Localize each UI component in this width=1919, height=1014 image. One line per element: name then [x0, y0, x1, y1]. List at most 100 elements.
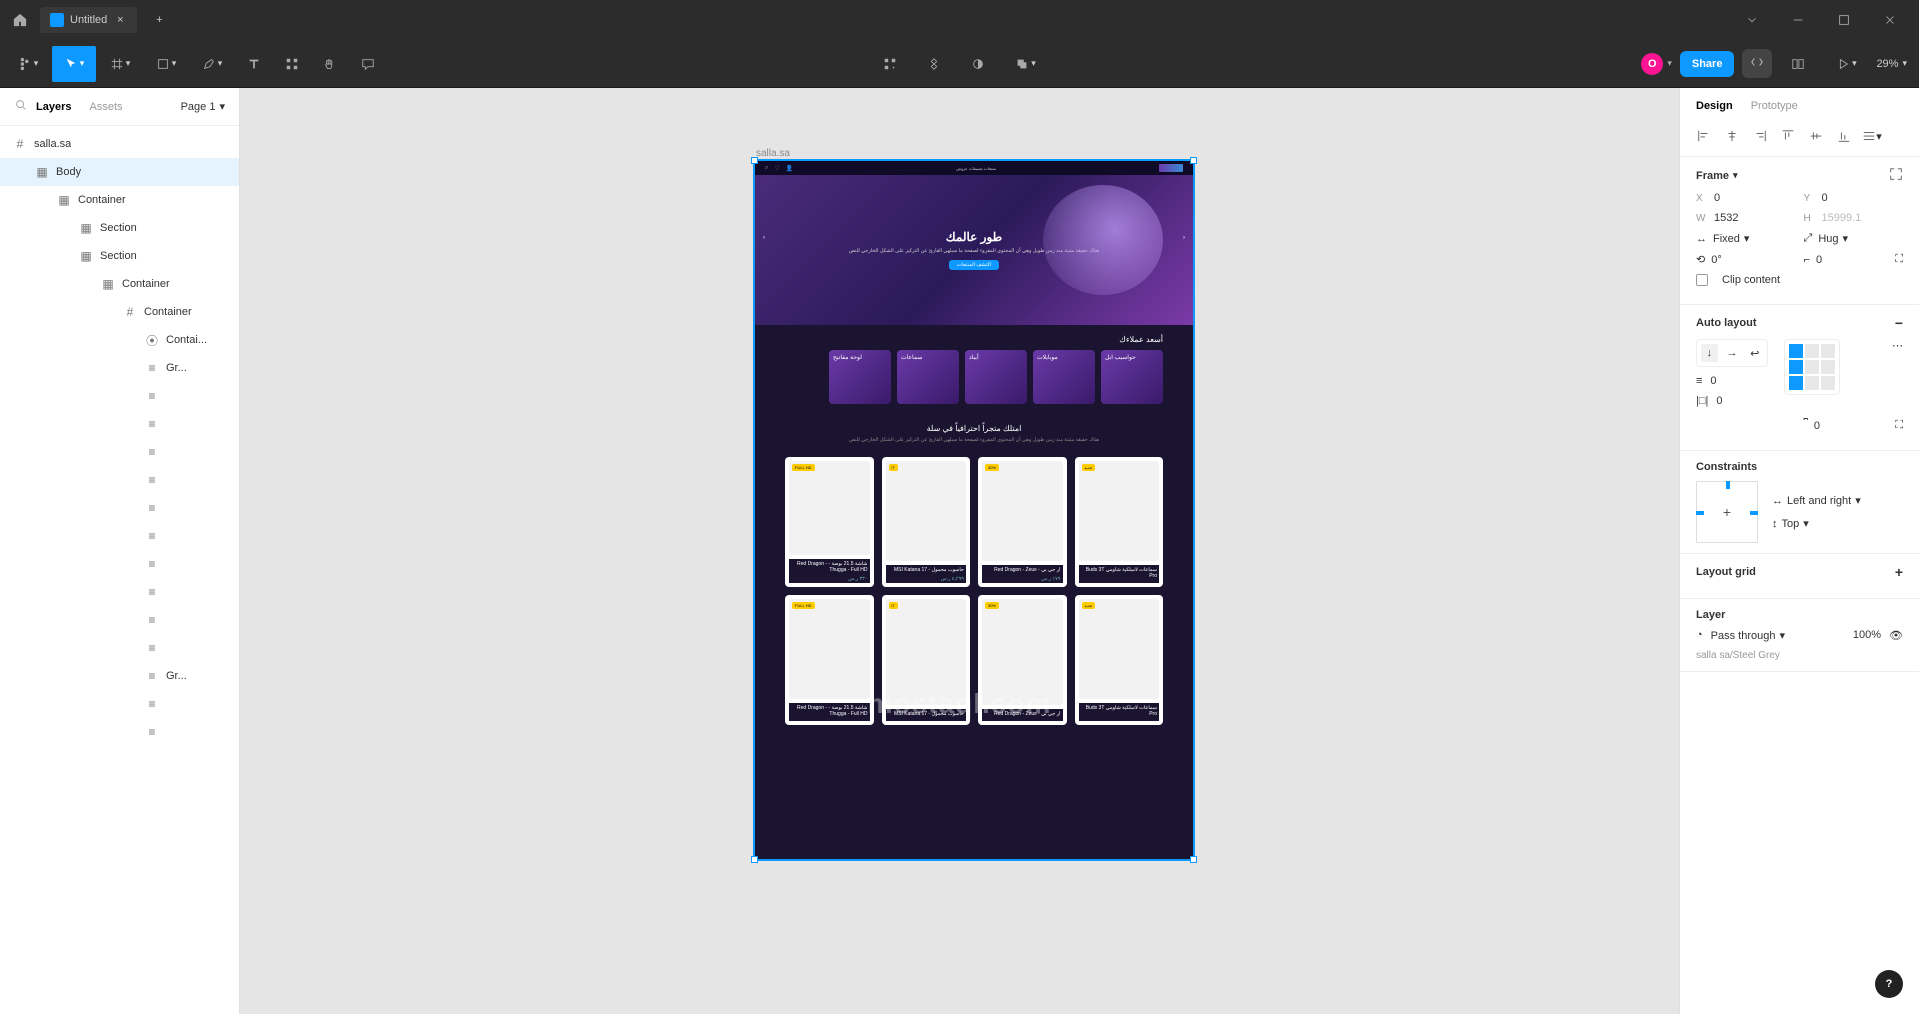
gap-input[interactable]: 0 [1710, 375, 1716, 387]
resize-handle-tr[interactable] [1190, 157, 1197, 164]
layer-row[interactable]: ▦Container [0, 186, 239, 214]
layer-row[interactable]: ▦Container [0, 270, 239, 298]
layer-row[interactable]: ≡ [0, 578, 239, 606]
align-left-icon[interactable] [1692, 126, 1716, 146]
layer-row[interactable]: ≡ [0, 382, 239, 410]
layer-row[interactable]: ≡ [0, 494, 239, 522]
add-tab-icon[interactable]: + [147, 8, 171, 32]
layer-row[interactable]: ≡ [0, 410, 239, 438]
resize-handle-br[interactable] [1190, 856, 1197, 863]
align-vcenter-icon[interactable] [1804, 126, 1828, 146]
clip-checkbox[interactable] [1696, 274, 1708, 286]
dev-mode-icon[interactable] [1742, 49, 1772, 78]
radius-input[interactable]: 0 [1816, 254, 1822, 266]
resources-icon[interactable] [274, 46, 310, 82]
layer-row[interactable]: ≡Gr... [0, 354, 239, 382]
layer-row[interactable]: ⦿Contai... [0, 326, 239, 354]
align-bottom-icon[interactable] [1832, 126, 1856, 146]
layer-row[interactable]: ≡ [0, 606, 239, 634]
pad-h-input[interactable]: 0 [1716, 395, 1722, 407]
present-icon[interactable]: ▾ [1824, 46, 1868, 82]
blend-mode-select[interactable]: Pass through ▾ [1711, 629, 1785, 642]
resize-handle-tl[interactable] [751, 157, 758, 164]
direction-horizontal-icon[interactable]: → [1724, 344, 1741, 362]
selected-frame[interactable]: ⌕♡👤 منتجات تصنيفات عروض طور عالمك هناك ح… [754, 160, 1194, 860]
assets-tab[interactable]: Assets [89, 101, 122, 113]
y-input[interactable]: 0 [1822, 192, 1828, 204]
constraint-h-select[interactable]: ↔ Left and right ▾ [1772, 494, 1861, 507]
resize-handle-bl[interactable] [751, 856, 758, 863]
alignment-grid[interactable] [1784, 339, 1840, 395]
home-icon[interactable] [8, 8, 32, 32]
pen-tool-icon[interactable]: ▾ [190, 46, 234, 82]
library-icon[interactable] [1780, 46, 1816, 82]
layer-row[interactable]: #salla.sa [0, 130, 239, 158]
components-icon[interactable] [872, 46, 908, 82]
avatar-container[interactable]: O ▾ [1641, 53, 1672, 75]
layer-row[interactable]: ≡ [0, 438, 239, 466]
layer-row[interactable]: ▦Section [0, 242, 239, 270]
individual-corners-icon[interactable]: ⛶ [1895, 253, 1903, 266]
opacity-input[interactable]: 100% [1853, 629, 1881, 642]
width-mode[interactable]: Fixed ▾ [1713, 232, 1749, 245]
direction-vertical-icon[interactable]: ↓ [1701, 344, 1718, 362]
text-tool-icon[interactable] [236, 46, 272, 82]
width-input[interactable]: 1532 [1714, 212, 1738, 224]
layer-row[interactable]: ≡Gr... [0, 662, 239, 690]
layer-row[interactable]: ≡ [0, 718, 239, 746]
autolayout-more-icon[interactable]: ⋯ [1892, 339, 1903, 352]
chevron-down-icon[interactable] [1731, 4, 1773, 36]
add-grid-icon[interactable]: + [1895, 564, 1903, 580]
layer-row[interactable]: ≡ [0, 550, 239, 578]
comment-tool-icon[interactable] [350, 46, 386, 82]
height-input[interactable]: 15999.1 [1822, 212, 1862, 224]
frame-tool-icon[interactable]: ▾ [98, 46, 142, 82]
rotation-input[interactable]: 0° [1711, 254, 1722, 266]
maximize-icon[interactable] [1823, 4, 1865, 36]
frame-label[interactable]: salla.sa [756, 148, 790, 159]
page-selector[interactable]: Page 1 ▾ [181, 100, 225, 113]
union-icon[interactable]: ▾ [1004, 46, 1048, 82]
constraint-v-select[interactable]: ↕ Top ▾ [1772, 517, 1861, 530]
share-button[interactable]: Share [1680, 51, 1735, 77]
close-tab-icon[interactable]: × [113, 13, 127, 27]
align-hcenter-icon[interactable] [1720, 126, 1744, 146]
prototype-tab[interactable]: Prototype [1751, 100, 1798, 112]
help-button[interactable]: ? [1875, 970, 1903, 998]
layer-row[interactable]: ≡ [0, 522, 239, 550]
figma-menu-icon[interactable]: ▾ [6, 46, 50, 82]
close-window-icon[interactable] [1869, 4, 1911, 36]
x-input[interactable]: 0 [1714, 192, 1720, 204]
layer-row[interactable]: ≡ [0, 466, 239, 494]
avatar: O [1641, 53, 1663, 75]
file-tab[interactable]: Untitled × [40, 7, 137, 33]
zoom-level[interactable]: 29%▾ [1876, 58, 1907, 70]
resize-fit-icon[interactable] [1889, 167, 1903, 184]
shape-tool-icon[interactable]: ▾ [144, 46, 188, 82]
height-mode[interactable]: Hug ▾ [1818, 232, 1848, 245]
align-top-icon[interactable] [1776, 126, 1800, 146]
layer-row[interactable]: ≡ [0, 690, 239, 718]
constraint-diagram[interactable]: + [1696, 481, 1758, 543]
remove-autolayout-icon[interactable]: − [1895, 315, 1903, 331]
pad-v-input[interactable]: 0 [1814, 420, 1820, 432]
direction-wrap-icon[interactable]: ↩ [1746, 344, 1763, 362]
layer-row[interactable]: #Container [0, 298, 239, 326]
layers-tab[interactable]: Layers [36, 101, 71, 113]
move-tool-icon[interactable]: ▾ [52, 46, 96, 82]
minimize-icon[interactable] [1777, 4, 1819, 36]
search-icon[interactable] [14, 98, 28, 115]
design-tab[interactable]: Design [1696, 100, 1733, 112]
visibility-icon[interactable]: 👁 [1889, 629, 1903, 642]
layers-panel: Layers Assets Page 1 ▾ #salla.sa▦Body▦Co… [0, 88, 240, 1014]
layer-row[interactable]: ▦Section [0, 214, 239, 242]
align-right-icon[interactable] [1748, 126, 1772, 146]
layer-row[interactable]: ▦Body [0, 158, 239, 186]
mask-icon[interactable] [916, 46, 952, 82]
individual-padding-icon[interactable]: ⛶ [1895, 419, 1903, 432]
canvas[interactable]: salla.sa ⌕♡👤 منتجات تصنيفات عروض طور عال… [240, 88, 1679, 1014]
boolean-icon[interactable] [960, 46, 996, 82]
distribute-icon[interactable]: ▾ [1860, 126, 1884, 146]
hand-tool-icon[interactable] [312, 46, 348, 82]
layer-row[interactable]: ≡ [0, 634, 239, 662]
